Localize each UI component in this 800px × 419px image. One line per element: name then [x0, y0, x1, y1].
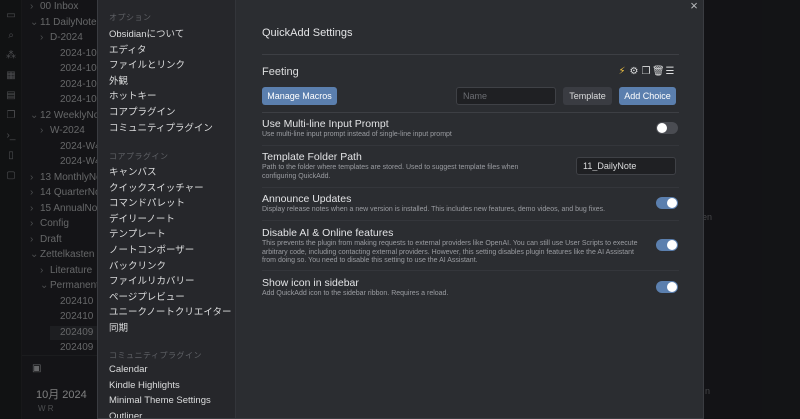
setting-description: Use multi-line input prompt instead of s… [262, 131, 452, 138]
sidebar-item[interactable]: エディタ [109, 42, 146, 56]
setting-description: This prevents the plugin from making req… [262, 240, 638, 264]
settings-modal: オプション コアプラグイン コミュニティプラグイン Obsidianについて エデ… [97, 0, 704, 419]
divider [262, 145, 679, 146]
disable-ai-toggle[interactable] [656, 239, 678, 251]
manage-macros-button[interactable]: Manage Macros [262, 87, 337, 105]
sidebar-heading-community-plugins: コミュニティプラグイン [109, 351, 203, 360]
sidebar-item[interactable]: Outliner [109, 411, 142, 418]
choice-name-input[interactable] [456, 87, 556, 105]
sidebar-item[interactable]: ノートコンポーザー [109, 242, 194, 256]
sidebar-item[interactable]: テンプレート [109, 226, 166, 240]
announce-updates-toggle[interactable] [656, 197, 678, 209]
toggle-knob [667, 282, 677, 292]
divider [262, 270, 679, 271]
sidebar-item[interactable]: バックリンク [109, 258, 166, 272]
setting-name: Disable AI & Online features [262, 227, 394, 239]
duplicate-icon[interactable]: ❐ [640, 66, 652, 77]
setting-description: Add QuickAdd icon to the sidebar ribbon.… [262, 290, 449, 297]
drag-handle-icon[interactable]: ☰ [664, 66, 676, 77]
sidebar-item[interactable]: Calendar [109, 364, 148, 375]
settings-content: QuickAdd Settings Feeting ⚡ ⚙ ❐ 🗑☰ Manage M… [236, 0, 703, 418]
sidebar-item[interactable]: Minimal Theme Settings [109, 395, 211, 406]
sidebar-item[interactable]: デイリーノート [109, 211, 175, 225]
divider [262, 220, 679, 221]
sidebar-item[interactable]: ユニークノートクリエイター [109, 304, 232, 318]
sidebar-item[interactable]: ファイルリカバリー [109, 273, 195, 287]
toggle-knob [667, 198, 677, 208]
sidebar-heading-core-plugins: コアプラグイン [109, 152, 169, 161]
sidebar-item[interactable]: Obsidianについて [109, 26, 184, 40]
divider [262, 54, 679, 55]
sidebar-item[interactable]: クイックスイッチャー [109, 180, 204, 194]
sidebar-item[interactable]: 同期 [109, 320, 128, 334]
sidebar-item[interactable]: ページプレビュー [109, 289, 185, 303]
choice-actions: ⚡ ⚙ ❐ 🗑☰ [616, 66, 676, 77]
choice-name: Feeting [262, 66, 299, 78]
sidebar-item[interactable]: キャンバス [109, 164, 157, 178]
add-choice-button[interactable]: Add Choice [619, 87, 676, 105]
sidebar-item[interactable]: Kindle Highlights [109, 380, 180, 391]
divider [262, 112, 679, 113]
page-title: QuickAdd Settings [262, 27, 353, 39]
sidebar-item[interactable]: コマンドパレット [109, 195, 185, 209]
sidebar-item[interactable]: 外観 [109, 73, 128, 87]
gear-icon[interactable]: ⚙ [628, 66, 640, 77]
sidebar-item[interactable]: ホットキー [109, 88, 157, 102]
toggle-knob [657, 123, 667, 133]
setting-name: Template Folder Path [262, 151, 362, 163]
settings-sidebar: オプション コアプラグイン コミュニティプラグイン Obsidianについて エデ… [98, 0, 236, 418]
sidebar-item[interactable]: コアプラグイン [109, 104, 176, 118]
template-button[interactable]: Template [563, 87, 612, 105]
sidebar-icon-toggle[interactable] [656, 281, 678, 293]
trash-icon[interactable]: 🗑 [652, 66, 665, 77]
toggle-knob [667, 240, 677, 250]
setting-description: Display release notes when a new version… [262, 206, 606, 213]
divider [262, 187, 679, 188]
sidebar-heading-options: オプション [109, 13, 152, 22]
sidebar-item[interactable]: コミュニティプラグイン [109, 120, 213, 134]
setting-name: Use Multi-line Input Prompt [262, 118, 389, 130]
sidebar-item[interactable]: ファイルとリンク [109, 57, 185, 71]
template-folder-input[interactable] [576, 157, 676, 175]
multiline-toggle[interactable] [656, 122, 678, 134]
setting-name: Show icon in sidebar [262, 277, 359, 289]
setting-name: Announce Updates [262, 193, 352, 205]
setting-description: Path to the folder where templates are s… [262, 164, 519, 180]
bolt-icon[interactable]: ⚡ [616, 66, 628, 77]
